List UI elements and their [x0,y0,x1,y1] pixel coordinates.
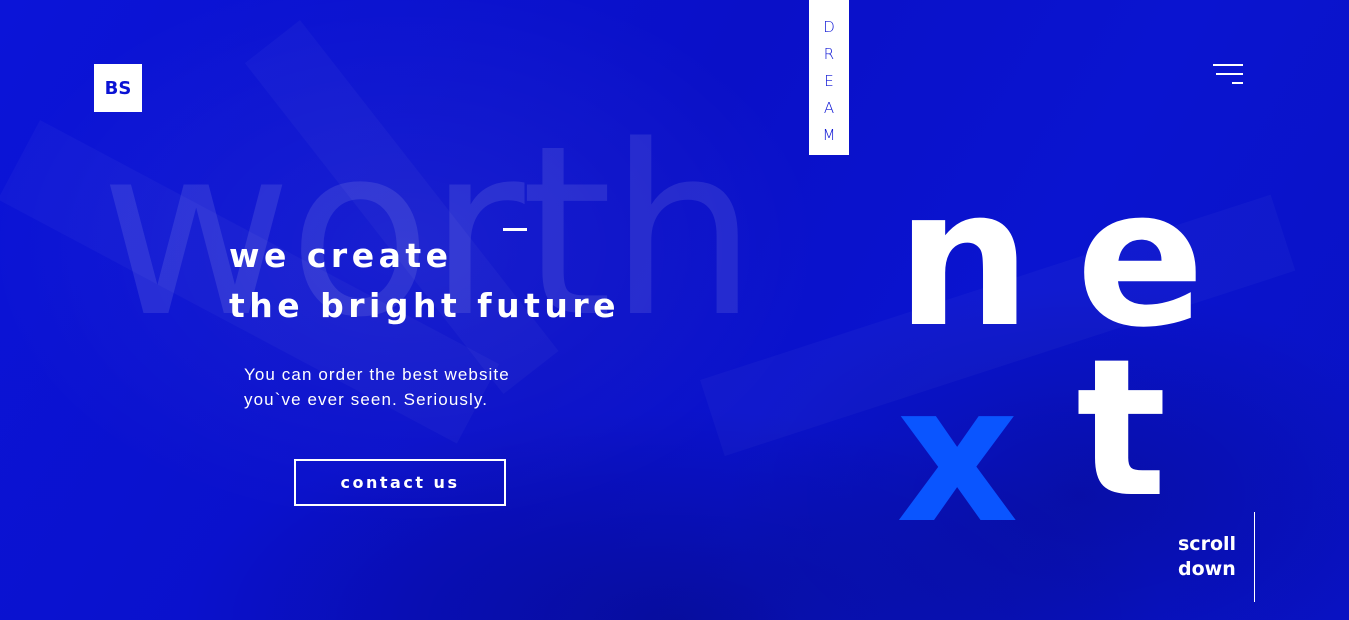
hero-subtext: You can order the best website you`ve ev… [244,362,510,412]
next-letter-x: x [896,344,1019,565]
hero-headline: we create the bright future [229,231,620,331]
scroll-label: down [1178,558,1236,580]
scroll-label: scroll [1178,533,1237,555]
menu-line [1216,73,1243,75]
dream-vertical-tag: D R E A M [809,0,849,155]
scroll-indicator-line [1254,512,1255,602]
headline-line: we create [229,236,453,275]
contact-us-button[interactable]: contact us [294,459,506,506]
dream-letter: E [824,72,834,90]
subtext-line: You can order the best website [244,365,510,384]
dream-letter: M [822,126,836,144]
brand-logo[interactable]: BS [94,64,142,112]
scroll-down-link[interactable]: scroll down [1178,532,1236,582]
hamburger-menu-icon[interactable] [1210,60,1246,88]
menu-line [1213,64,1243,66]
headline-line: the bright future [229,286,620,325]
dream-letter: D [823,18,835,36]
dream-letter: A [823,99,835,117]
dream-letter: R [823,45,835,63]
subtext-line: you`ve ever seen. Seriously. [244,390,489,409]
next-letter-n: n [896,148,1032,369]
next-letter-t: t [1076,318,1167,539]
menu-line [1232,82,1243,84]
